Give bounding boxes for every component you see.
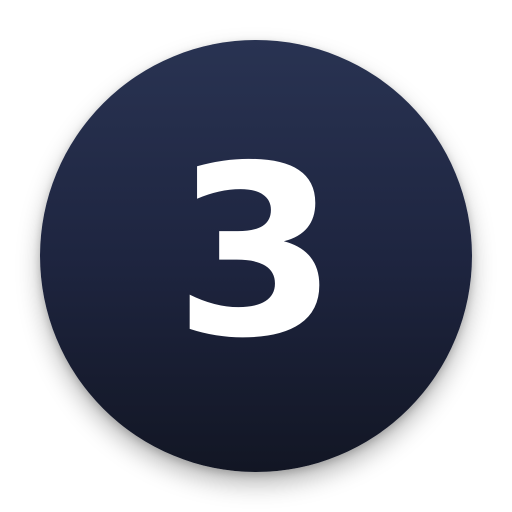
number-badge: 3 <box>40 40 472 472</box>
badge-number: 3 <box>173 115 339 390</box>
canvas: 3 <box>0 0 512 512</box>
